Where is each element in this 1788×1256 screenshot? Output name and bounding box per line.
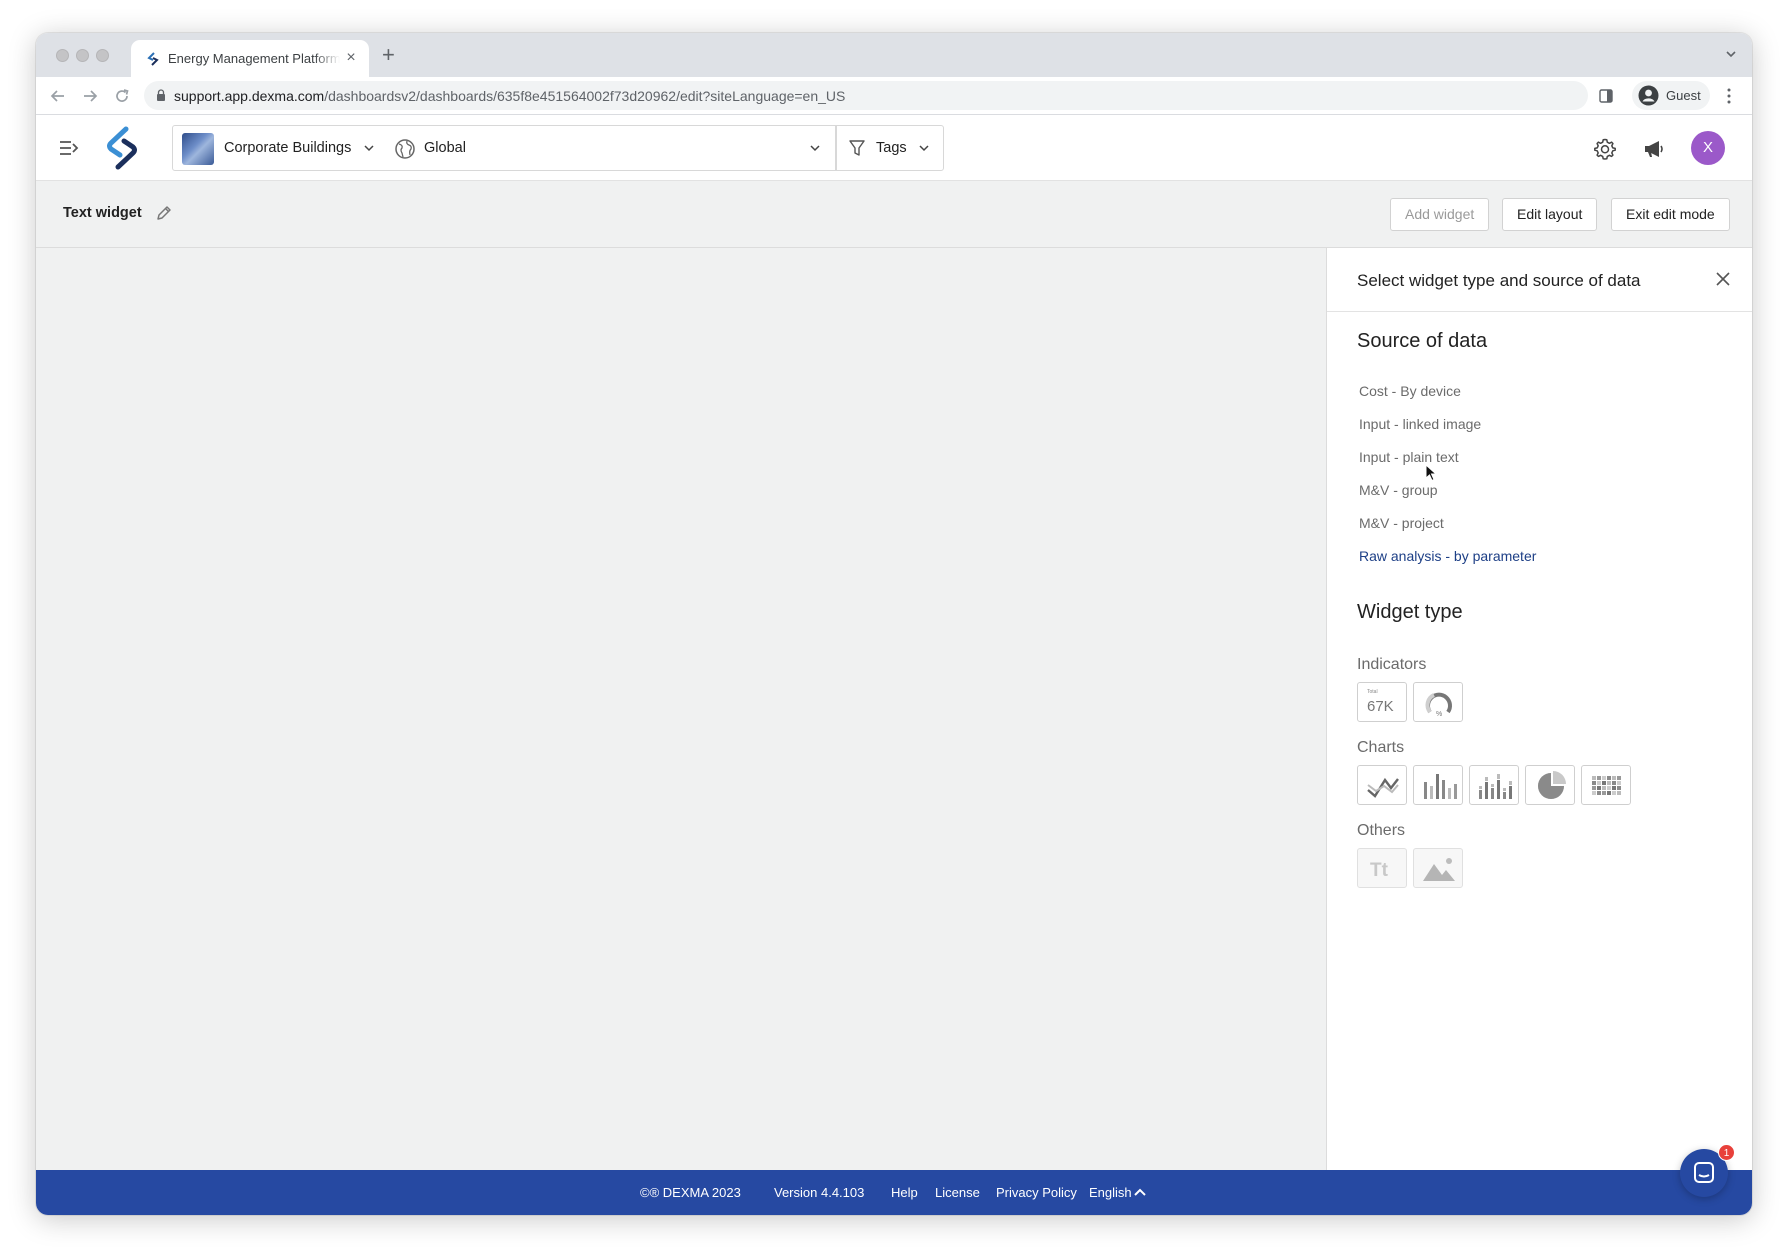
profile-label: Guest xyxy=(1666,88,1701,103)
source-of-data-heading: Source of data xyxy=(1357,330,1488,352)
source-input-plain-text[interactable]: Input - plain text xyxy=(1359,449,1459,465)
forward-arrow-icon[interactable] xyxy=(80,86,100,106)
lock-icon xyxy=(157,89,165,101)
reload-icon[interactable] xyxy=(112,86,132,106)
browser-tab[interactable]: Energy Management Platform × xyxy=(131,40,369,77)
browser-toolbar: support.app.dexma.com/dashboardsv2/dashb… xyxy=(36,77,1752,115)
bar-chart-icon xyxy=(1424,774,1457,799)
source-input-linked-image[interactable]: Input - linked image xyxy=(1359,416,1481,432)
panel-header: Select widget type and source of data xyxy=(1327,248,1752,312)
dashboard-canvas[interactable] xyxy=(36,248,1326,1170)
source-raw-analysis-by-parameter[interactable]: Raw analysis - by parameter xyxy=(1359,548,1536,564)
back-arrow-icon[interactable] xyxy=(48,86,68,106)
address-bar[interactable]: support.app.dexma.com/dashboardsv2/dashb… xyxy=(144,81,1588,110)
heatmap-icon xyxy=(1592,776,1621,795)
tab-search-chevron-icon[interactable] xyxy=(1724,47,1738,61)
organization-name: Corporate Buildings xyxy=(224,140,352,156)
globe-icon xyxy=(395,139,415,159)
source-cost-by-device[interactable]: Cost - By device xyxy=(1359,383,1461,399)
building-thumbnail xyxy=(182,133,214,165)
chevron-down-icon xyxy=(364,145,374,152)
user-avatar[interactable]: X xyxy=(1691,131,1725,165)
dashboard-title: Text widget xyxy=(63,205,142,221)
dashboard-toolbar: Text widget Add widget Edit layout Exit … xyxy=(36,181,1752,248)
total-value: 67K xyxy=(1367,698,1394,715)
total-caption: Total xyxy=(1367,689,1378,695)
pie-chart-widget-button[interactable] xyxy=(1525,765,1575,805)
source-mv-group[interactable]: M&V - group xyxy=(1359,482,1438,498)
footer-language-selector[interactable]: English xyxy=(1089,1185,1132,1200)
image-widget-button[interactable] xyxy=(1413,848,1463,888)
chevron-down-icon xyxy=(919,145,929,152)
gauge-indicator-widget-button[interactable]: % xyxy=(1413,682,1463,722)
gauge-unit: % xyxy=(1436,711,1442,718)
browser-tabstrip: Energy Management Platform × + xyxy=(36,33,1752,77)
filter-icon xyxy=(849,140,865,156)
heatmap-widget-button[interactable] xyxy=(1581,765,1631,805)
others-label: Others xyxy=(1357,822,1406,839)
dexma-logo[interactable] xyxy=(100,125,144,171)
url-text: support.app.dexma.com/dashboardsv2/dashb… xyxy=(174,88,846,104)
text-widget-glyph: Tt xyxy=(1370,860,1389,881)
tab-title: Energy Management Platform xyxy=(168,51,340,66)
window-close-control[interactable] xyxy=(56,49,69,62)
side-panel-icon[interactable] xyxy=(1598,88,1614,104)
footer-help-link[interactable]: Help xyxy=(891,1185,918,1200)
profile-button[interactable]: Guest xyxy=(1632,81,1710,110)
browser-menu-icon[interactable] xyxy=(1726,87,1732,105)
image-icon xyxy=(1423,858,1455,881)
line-chart-icon xyxy=(1367,777,1399,798)
dexma-favicon-icon xyxy=(147,52,159,66)
tags-filter[interactable]: Tags xyxy=(836,125,944,171)
bar-chart-widget-button[interactable] xyxy=(1413,765,1463,805)
line-chart-widget-button[interactable] xyxy=(1357,765,1407,805)
megaphone-icon[interactable] xyxy=(1642,137,1666,161)
tab-close-icon[interactable]: × xyxy=(343,50,359,66)
footer-copyright: ©® DEXMA 2023 xyxy=(640,1185,741,1200)
window-zoom-control[interactable] xyxy=(96,49,109,62)
browser-window: Energy Management Platform × + support.a… xyxy=(36,33,1752,1215)
pencil-icon[interactable] xyxy=(154,203,174,223)
text-widget-button[interactable]: Tt xyxy=(1357,848,1407,888)
menu-expand-icon[interactable] xyxy=(58,137,80,159)
source-mv-project[interactable]: M&V - project xyxy=(1359,515,1444,531)
location-name: Global xyxy=(424,140,466,156)
chevron-down-icon xyxy=(810,145,820,152)
add-widget-button[interactable]: Add widget xyxy=(1390,198,1490,231)
location-selector[interactable]: Global xyxy=(386,125,836,171)
chevron-up-icon[interactable] xyxy=(1134,1188,1146,1196)
footer-version: Version 4.4.103 xyxy=(774,1185,865,1200)
stacked-bar-chart-icon xyxy=(1479,774,1512,799)
profile-avatar-icon xyxy=(1638,85,1659,106)
panel-title: Select widget type and source of data xyxy=(1357,271,1641,290)
new-tab-icon[interactable]: + xyxy=(382,44,395,66)
pie-chart-icon xyxy=(1538,771,1566,799)
edit-layout-button[interactable]: Edit layout xyxy=(1502,198,1598,231)
chat-notification-badge: 1 xyxy=(1718,1144,1735,1161)
tags-label: Tags xyxy=(876,140,907,156)
window-minimize-control[interactable] xyxy=(76,49,89,62)
footer-privacy-link[interactable]: Privacy Policy xyxy=(996,1185,1077,1200)
mouse-cursor-icon xyxy=(1425,464,1437,482)
charts-label: Charts xyxy=(1357,739,1405,756)
close-icon[interactable] xyxy=(1714,270,1732,288)
indicators-label: Indicators xyxy=(1357,656,1427,673)
total-indicator-widget-button[interactable]: Total 67K xyxy=(1357,682,1407,722)
footer-license-link[interactable]: License xyxy=(935,1185,980,1200)
widget-selection-panel: Select widget type and source of data So… xyxy=(1326,248,1752,1170)
gear-icon[interactable] xyxy=(1593,137,1617,161)
app-footer: ©® DEXMA 2023 Version 4.4.103 Help Licen… xyxy=(36,1170,1752,1215)
exit-edit-mode-button[interactable]: Exit edit mode xyxy=(1611,198,1730,231)
app-header: Corporate Buildings Global Tags X xyxy=(36,115,1752,181)
stacked-bar-chart-widget-button[interactable] xyxy=(1469,765,1519,805)
organization-selector[interactable]: Corporate Buildings xyxy=(172,125,387,171)
widget-type-heading: Widget type xyxy=(1357,601,1463,623)
